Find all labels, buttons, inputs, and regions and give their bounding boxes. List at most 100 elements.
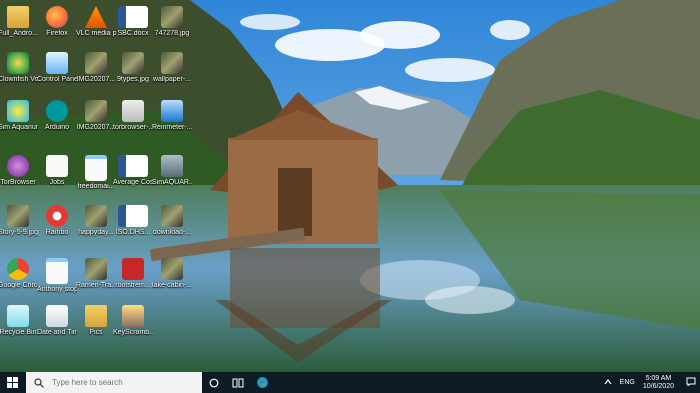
desktop-icon-label: Control Panel [37,76,77,83]
desktop-icon-label: Sim Aquarium 3 [0,124,38,131]
word-doc-icon [118,205,148,227]
desktop-icon[interactable]: rootstrem... [113,258,153,290]
desktop-icon[interactable]: happyday... [76,205,116,237]
clownfish-icon [7,52,29,74]
desktop-icon-label: rootstrem... [115,282,151,289]
desktop-icon-label: VLC media player [76,30,116,37]
search-icon [34,377,44,388]
desktop-icon[interactable]: Reinmeter-... [152,100,192,132]
notification-icon [686,377,696,387]
image-file-icon [161,6,183,28]
desktop-icon-label: IMG20207... [76,124,116,131]
system-tray: ENG 5:09 AM 10/6/2020 [600,372,700,393]
desktop-icon[interactable]: Pics [76,305,116,337]
desktop-icon[interactable]: IMG20207... [76,100,116,132]
cortana-icon [209,378,219,387]
desktop-icon[interactable]: Full_Andro... [0,6,38,38]
chevron-up-icon [604,378,612,384]
show-hidden-icons-button[interactable] [604,378,612,387]
desktop-icon[interactable]: Control Panel [37,52,77,84]
firefox-icon [46,6,68,28]
task-view-button[interactable] [226,372,250,393]
desktop-icon[interactable]: lake-cabin-... [152,258,192,290]
desktop-icon-label: 9types.jpg [117,76,149,83]
desktop-icon[interactable]: 747278.jpg [152,6,192,38]
desktop-icon-label: Average Cost Overview.d... [113,179,153,186]
recycle-bin-icon [7,305,29,327]
image-file-icon [161,258,183,280]
chrome-icon [7,258,29,280]
desktop-icon[interactable]: Arduino [37,100,77,132]
desktop-icon-label: Full_Andro... [0,30,38,37]
desktop-icon[interactable]: Jobs [37,155,77,187]
image-file-icon [85,100,107,122]
taskbar: ENG 5:09 AM 10/6/2020 [0,372,700,393]
control-panel-icon [46,52,68,74]
desktop-icon-label: Story-5-9.jpg [0,229,38,236]
edge-taskbar-button[interactable] [250,372,274,393]
desktop-icon[interactable]: TorBrowser [0,155,38,187]
desktop-icon-label: ISO.DHS... [115,229,151,236]
desktop-icon[interactable]: Date and Time [37,305,77,337]
desktop-icon-label: Firefox [46,30,68,37]
desktop-icon-label: Rambo [45,229,69,236]
desktop: Full_Andro... Firefox VLC media playerSBC.… [0,0,700,372]
taskbar-search-box[interactable] [26,372,202,393]
vlc-icon [85,6,107,28]
windows-logo-icon [6,377,18,388]
desktop-icon[interactable]: KeyScramb... [113,305,153,337]
desktop-icon-label: Anthony stop drinki... [37,286,77,293]
desktop-icon[interactable]: Google Chrome [0,258,38,290]
desktop-icon[interactable]: SBC.docx [113,6,153,38]
desktop-icon-label: TorBrowser [0,179,36,186]
cortana-button[interactable] [202,372,226,393]
image-file-icon [161,205,183,227]
desktop-icon[interactable]: download-... [152,205,192,237]
desktop-icon[interactable]: torbrowser-... [113,100,153,132]
clock-date: 10/6/2020 [642,382,674,390]
desktop-icon[interactable]: 9types.jpg [113,52,153,84]
desktop-icon-label: Pics [89,329,103,336]
desktop-icon-label: wallpaper-... [152,76,192,83]
desktop-icon[interactable]: Rambo [37,205,77,237]
rambo-icon [46,205,68,227]
desktop-icon[interactable]: Average Cost Overview.d... [113,155,153,187]
desktop-icon[interactable]: Clownfish Voice... [0,52,38,84]
desktop-icon[interactable]: Story-5-9.jpg [0,205,38,237]
text-file-icon [46,155,68,177]
desktop-icon[interactable]: Anthony stop drinki... [37,258,77,294]
desktop-icon[interactable]: Recycle Bin [0,305,38,337]
desktop-icon-label: Google Chrome [0,282,38,289]
edge-icon [256,377,268,388]
desktop-icon[interactable]: IMG20207... [76,52,116,84]
desktop-icon[interactable]: Sim Aquarium 3 [0,100,38,132]
search-input[interactable] [52,378,182,387]
document-icon [85,155,107,181]
desktop-icon[interactable]: SimAQUAR... [152,155,192,187]
notification-center-button[interactable] [686,377,696,388]
image-file-icon [161,52,183,74]
desktop-icon[interactable]: ISO.DHS... [113,205,153,237]
image-file-icon [85,258,107,280]
desktop-icon-label: Reinmeter-... [152,124,192,131]
desktop-icon-label: happyday... [78,229,114,236]
image-file-icon [7,205,29,227]
desktop-icon-label: Ramen-Tra... [76,282,116,289]
date-time-icon [46,305,68,327]
start-button[interactable] [0,372,24,393]
desktop-icon[interactable]: wallpaper-... [152,52,192,84]
desktop-icon-label: 747278.jpg [154,30,190,37]
image-file-icon [122,52,144,74]
desktop-icon-label: lake-cabin-... [152,282,192,289]
desktop-icon-label: Date and Time [37,329,77,336]
word-doc-icon [118,155,148,177]
language-indicator[interactable]: ENG [620,379,635,386]
desktop-icon-grid: Full_Andro... Firefox VLC media playerSBC.… [0,0,200,372]
arduino-icon [46,100,68,122]
desktop-icon[interactable]: Firefox [37,6,77,38]
folder-icon [85,305,107,327]
desktop-icon[interactable]: VLC media player [76,6,116,38]
desktop-icon[interactable]: freedomai... [76,155,116,191]
clock[interactable]: 5:09 AM 10/6/2020 [643,375,674,391]
desktop-icon[interactable]: Ramen-Tra... [76,258,116,290]
